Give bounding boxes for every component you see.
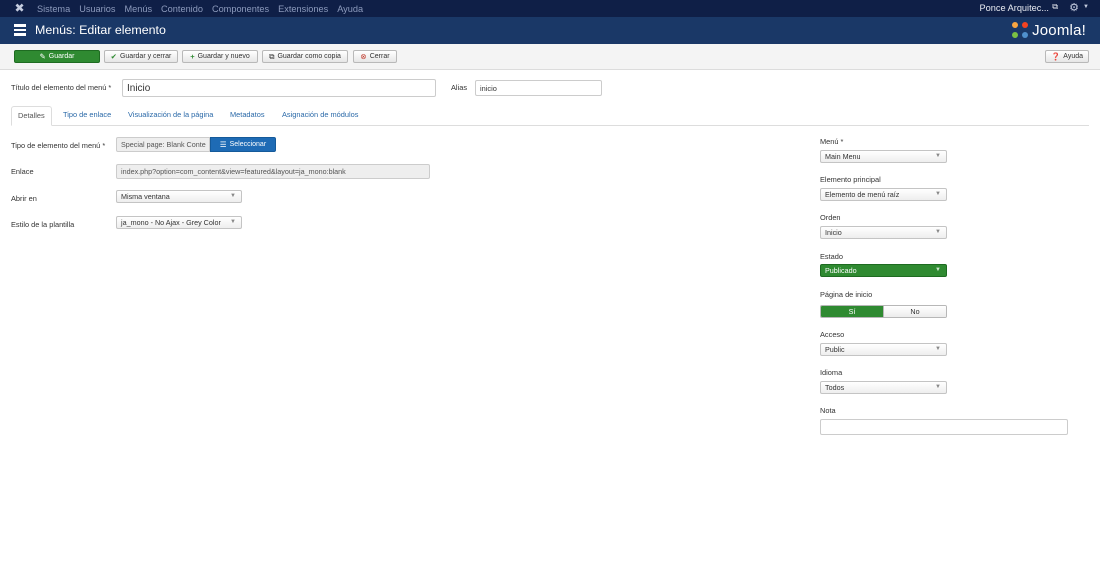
language-label: Idioma bbox=[820, 368, 843, 377]
status-label: Estado bbox=[820, 252, 844, 261]
save-close-button[interactable]: ✔ Guardar y cerrar bbox=[104, 50, 178, 63]
list-icon bbox=[14, 24, 26, 36]
joomla-logo: Joomla! bbox=[1012, 21, 1086, 39]
select-type-button[interactable]: ☰ Seleccionar bbox=[210, 137, 276, 152]
template-style-label: Estilo de la plantilla bbox=[11, 220, 75, 229]
status-select[interactable]: Publicado ▼ bbox=[820, 264, 947, 277]
language-select[interactable]: Todos ▼ bbox=[820, 381, 947, 394]
access-select-value: Public bbox=[825, 345, 845, 354]
chevron-down-icon: ▼ bbox=[230, 193, 236, 199]
home-page-toggle: Sí No bbox=[820, 305, 947, 318]
tab-tipo-de-enlace[interactable]: Tipo de enlace bbox=[63, 110, 111, 119]
menu-item-usuarios[interactable]: Usuarios bbox=[79, 4, 115, 14]
page-title: Menús: Editar elemento bbox=[35, 23, 166, 37]
cancel-icon: ⊗ bbox=[360, 52, 367, 61]
access-select[interactable]: Public ▼ bbox=[820, 343, 947, 356]
tab-visualizacion[interactable]: Visualización de la página bbox=[128, 110, 213, 119]
page-header: Menús: Editar elemento Joomla! bbox=[0, 17, 1100, 44]
gear-icon[interactable]: ⚙ bbox=[1069, 1, 1079, 14]
main-menu: Sistema Usuarios Menús Contenido Compone… bbox=[37, 0, 372, 17]
chevron-down-icon: ▼ bbox=[935, 384, 941, 390]
chevron-down-icon: ▼ bbox=[935, 229, 941, 235]
title-input-value: Inicio bbox=[127, 82, 151, 94]
external-link-icon[interactable]: ⧉ bbox=[1052, 2, 1058, 12]
menu-item-type-field: Special page: Blank Conte bbox=[116, 137, 210, 152]
list-icon: ☰ bbox=[219, 140, 227, 149]
template-style-value: ja_mono - No Ajax - Grey Color bbox=[121, 218, 221, 227]
copy-icon: ⧉ bbox=[269, 51, 275, 61]
help-label: Ayuda bbox=[1063, 53, 1084, 60]
toolbar: ✎ Guardar ✔ Guardar y cerrar + Guardar y… bbox=[0, 44, 1100, 70]
save-button[interactable]: ✎ Guardar bbox=[14, 50, 100, 63]
joomla-wordmark: Joomla! bbox=[1032, 21, 1086, 39]
site-name-link[interactable]: Ponce Arquitec... bbox=[980, 3, 1049, 13]
chevron-down-icon: ▼ bbox=[935, 153, 941, 159]
home-page-label: Página de inicio bbox=[820, 290, 873, 299]
question-icon: ❓ bbox=[1050, 52, 1061, 61]
chevron-down-icon: ▼ bbox=[935, 191, 941, 197]
tab-asignacion-modulos[interactable]: Asignación de módulos bbox=[282, 110, 358, 119]
select-type-label: Seleccionar bbox=[229, 141, 267, 148]
chevron-down-icon: ▼ bbox=[935, 346, 941, 352]
save-copy-button[interactable]: ⧉ Guardar como copia bbox=[262, 50, 348, 63]
alias-input[interactable]: inicio bbox=[475, 80, 602, 96]
link-field: index.php?option=com_content&view=featur… bbox=[116, 164, 430, 179]
link-value: index.php?option=com_content&view=featur… bbox=[121, 167, 346, 176]
language-select-value: Todos bbox=[825, 383, 845, 392]
menu-item-extensiones[interactable]: Extensiones bbox=[278, 4, 328, 14]
top-navbar: ✖ Sistema Usuarios Menús Contenido Compo… bbox=[0, 0, 1100, 17]
alias-label: Alias bbox=[451, 83, 468, 92]
status-select-value: Publicado bbox=[825, 266, 857, 275]
tab-metadatos[interactable]: Metadatos bbox=[230, 110, 265, 119]
link-label: Enlace bbox=[11, 167, 34, 176]
chevron-down-icon: ▼ bbox=[935, 267, 941, 273]
parent-label: Elemento principal bbox=[820, 175, 881, 184]
menu-item-type-value: Special page: Blank Conte bbox=[121, 140, 206, 149]
access-label: Acceso bbox=[820, 330, 845, 339]
menu-item-type-label: Tipo de elemento del menú * bbox=[11, 141, 106, 150]
parent-select-value: Elemento de menú raíz bbox=[825, 190, 900, 199]
template-style-select[interactable]: ja_mono - No Ajax - Grey Color ▼ bbox=[116, 216, 242, 229]
menu-item-menus[interactable]: Menús bbox=[124, 4, 152, 14]
open-in-label: Abrir en bbox=[11, 194, 37, 203]
close-button[interactable]: ⊗ Cerrar bbox=[353, 50, 397, 63]
edit-icon: ✎ bbox=[39, 52, 46, 61]
order-select-value: Inicio bbox=[825, 228, 842, 237]
order-label: Orden bbox=[820, 213, 841, 222]
alias-input-value: inicio bbox=[480, 83, 497, 93]
open-in-value: Misma ventana bbox=[121, 192, 170, 201]
menu-item-sistema[interactable]: Sistema bbox=[37, 4, 70, 14]
joomla-icon[interactable]: ✖ bbox=[13, 2, 26, 15]
home-yes-option[interactable]: Sí bbox=[821, 306, 883, 317]
title-label: Título del elemento del menú * bbox=[11, 83, 112, 92]
chevron-down-icon: ▼ bbox=[230, 219, 236, 225]
save-new-button[interactable]: + Guardar y nuevo bbox=[182, 50, 258, 63]
save-new-label: Guardar y nuevo bbox=[197, 53, 250, 60]
menu-item-componentes[interactable]: Componentes bbox=[212, 4, 269, 14]
plus-icon: + bbox=[190, 52, 195, 61]
tab-detalles[interactable]: Detalles bbox=[11, 106, 52, 126]
menu-item-contenido[interactable]: Contenido bbox=[161, 4, 203, 14]
parent-select[interactable]: Elemento de menú raíz ▼ bbox=[820, 188, 947, 201]
joomla-mark-icon bbox=[1012, 21, 1029, 39]
note-input[interactable] bbox=[820, 419, 1068, 435]
order-select[interactable]: Inicio ▼ bbox=[820, 226, 947, 239]
open-in-select[interactable]: Misma ventana ▼ bbox=[116, 190, 242, 203]
close-label: Cerrar bbox=[369, 53, 390, 60]
menu-select[interactable]: Main Menu ▼ bbox=[820, 150, 947, 163]
check-icon: ✔ bbox=[110, 52, 117, 61]
tab-bar: Detalles Tipo de enlace Visualización de… bbox=[11, 106, 1089, 126]
caret-down-icon[interactable]: ▼ bbox=[1083, 4, 1089, 10]
menu-label: Menú * bbox=[820, 137, 844, 146]
help-button[interactable]: ❓ Ayuda bbox=[1045, 50, 1089, 63]
save-close-label: Guardar y cerrar bbox=[119, 53, 172, 60]
home-no-option[interactable]: No bbox=[883, 306, 946, 317]
menu-select-value: Main Menu bbox=[825, 152, 861, 161]
save-copy-label: Guardar como copia bbox=[277, 53, 341, 60]
note-label: Nota bbox=[820, 406, 836, 415]
menu-item-ayuda[interactable]: Ayuda bbox=[337, 4, 363, 14]
save-button-label: Guardar bbox=[48, 53, 75, 60]
title-input[interactable]: Inicio bbox=[122, 79, 436, 97]
